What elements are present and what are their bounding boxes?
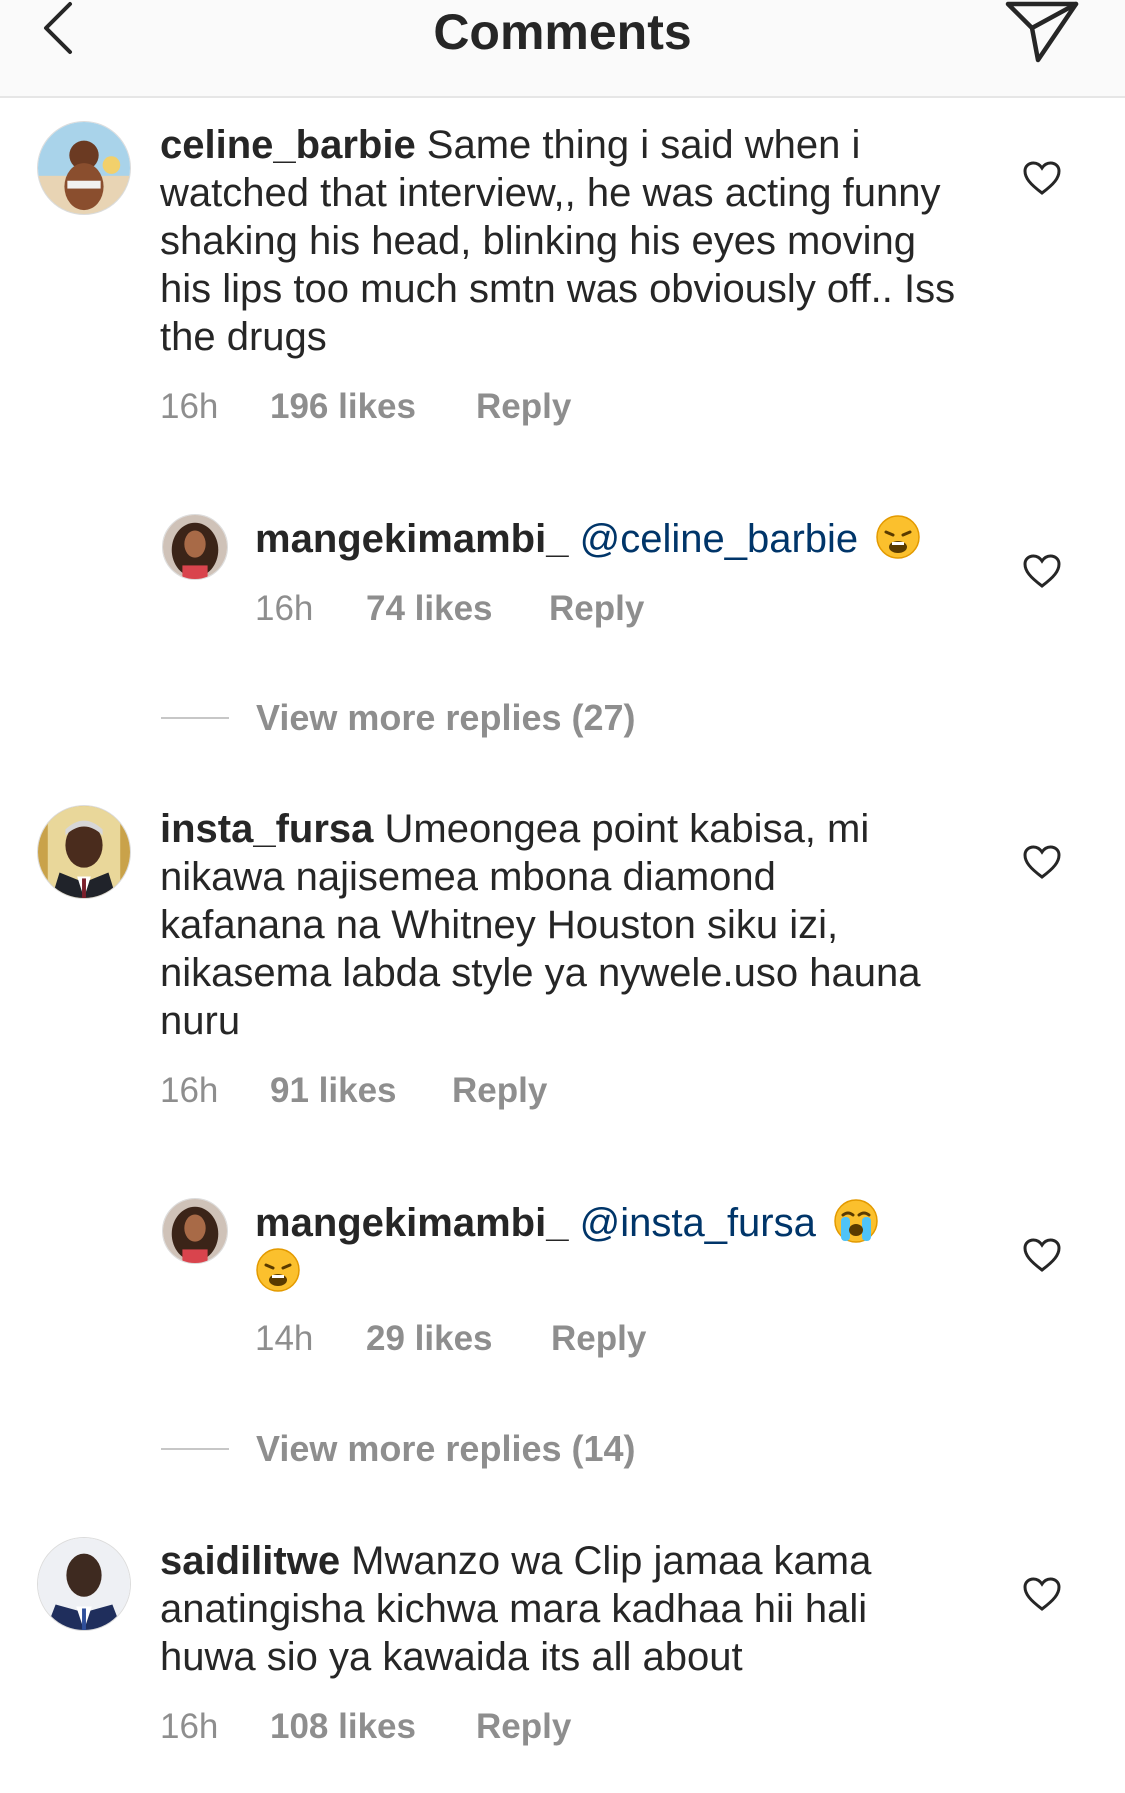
- comment-username[interactable]: celine_barbie: [160, 123, 416, 167]
- loudly-crying-face-emoji: [833, 1198, 879, 1244]
- comment-meta: 14h 29 likes Reply: [255, 1318, 646, 1360]
- comment-username[interactable]: saidilitwe: [160, 1539, 340, 1583]
- heart-icon[interactable]: [1022, 1237, 1062, 1273]
- heart-icon[interactable]: [1022, 844, 1062, 880]
- reply-button[interactable]: Reply: [476, 386, 571, 428]
- comments-header: Comments: [0, 0, 1125, 98]
- likes-count[interactable]: 29 likes: [366, 1318, 551, 1360]
- page-title: Comments: [433, 4, 692, 60]
- reply-button[interactable]: Reply: [476, 1706, 571, 1748]
- share-button[interactable]: [1004, 0, 1080, 64]
- comment-meta: 16h 74 likes Reply: [255, 588, 644, 630]
- comment-meta: 16h 91 likes Reply: [160, 1070, 547, 1112]
- comment-time: 16h: [160, 1071, 219, 1110]
- divider: [161, 717, 229, 719]
- avatar[interactable]: [162, 514, 228, 580]
- heart-icon[interactable]: [1022, 553, 1062, 589]
- comment-meta: 16h 196 likes Reply: [160, 386, 571, 428]
- paper-plane-icon: [1005, 1, 1079, 63]
- likes-count[interactable]: 91 likes: [270, 1070, 452, 1112]
- comment-time: 16h: [255, 589, 314, 628]
- comment-text: saidilitwe Mwanzo wa Clip jamaa kama ana…: [160, 1537, 950, 1681]
- mention-link[interactable]: @insta_fursa: [580, 1201, 816, 1245]
- comment-text: celine_barbie Same thing i said when i w…: [160, 121, 960, 361]
- likes-count[interactable]: 196 likes: [270, 386, 476, 428]
- view-more-label[interactable]: View more replies (27): [256, 697, 636, 739]
- mention-link[interactable]: @celine_barbie: [580, 517, 859, 561]
- comment-time: 16h: [160, 387, 219, 426]
- avatar[interactable]: [37, 1537, 131, 1631]
- weary-face-emoji: [255, 1247, 301, 1293]
- heart-icon[interactable]: [1022, 160, 1062, 196]
- comment-time: 16h: [160, 1707, 219, 1746]
- comment-username[interactable]: insta_fursa: [160, 807, 373, 851]
- reply-button[interactable]: Reply: [549, 588, 644, 630]
- reply-button[interactable]: Reply: [551, 1318, 646, 1360]
- comment-time: 14h: [255, 1319, 314, 1358]
- reply-text: mangekimambi_ @celine_barbie: [255, 514, 975, 563]
- heart-icon[interactable]: [1022, 1576, 1062, 1612]
- avatar[interactable]: [37, 121, 131, 215]
- reply-button[interactable]: Reply: [452, 1070, 547, 1112]
- avatar[interactable]: [162, 1198, 228, 1264]
- comment-meta: 16h 108 likes Reply: [160, 1706, 571, 1748]
- divider: [161, 1448, 229, 1450]
- comment-username[interactable]: mangekimambi_: [255, 1201, 568, 1245]
- likes-count[interactable]: 108 likes: [270, 1706, 476, 1748]
- comment-text: insta_fursa Umeongea point kabisa, mi ni…: [160, 805, 950, 1045]
- comment-username[interactable]: mangekimambi_: [255, 517, 568, 561]
- likes-count[interactable]: 74 likes: [366, 588, 549, 630]
- reply-text: mangekimambi_ @insta_fursa: [255, 1198, 975, 1296]
- view-more-label[interactable]: View more replies (14): [256, 1428, 636, 1470]
- avatar[interactable]: [37, 805, 131, 899]
- weary-face-emoji: [875, 514, 921, 560]
